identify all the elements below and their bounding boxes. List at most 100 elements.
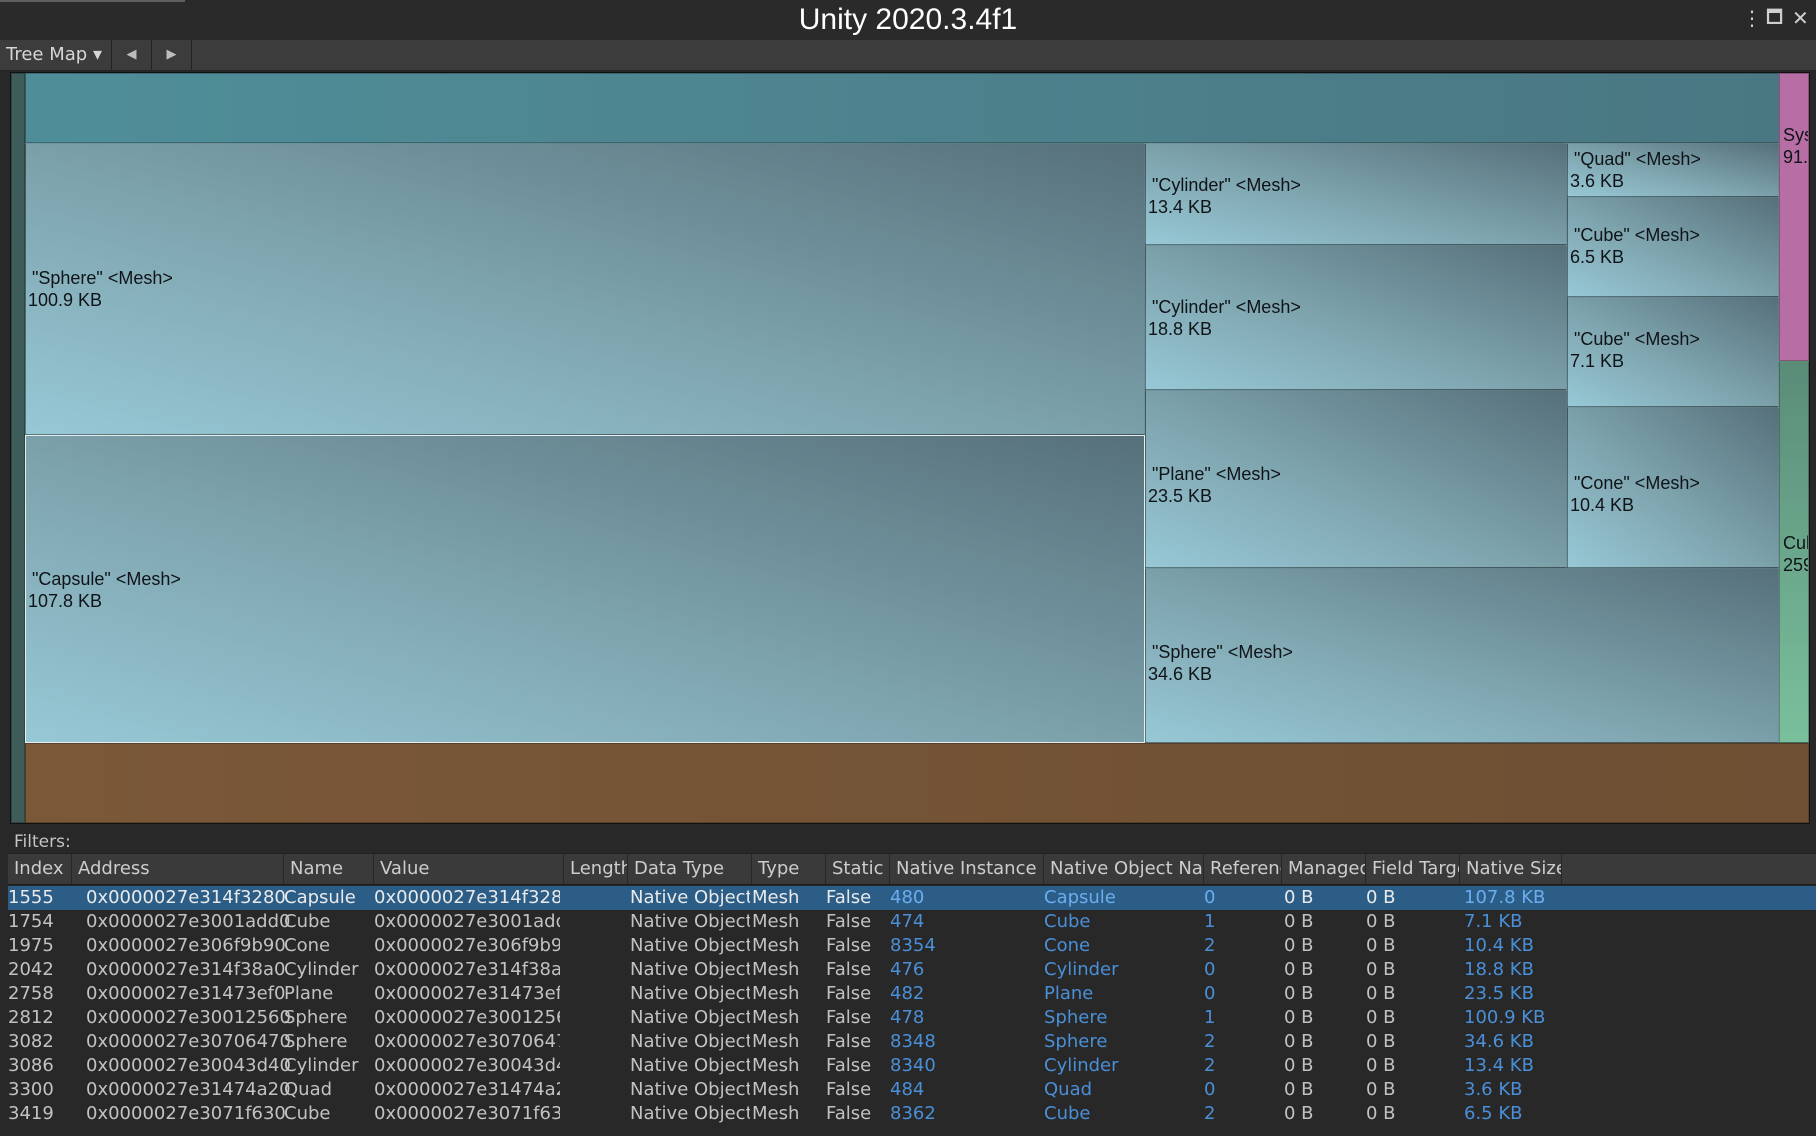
- table-cell: 0x0000027e30012560: [374, 1007, 560, 1028]
- tree-map[interactable]: Sys 91.( Cul 259 "Sphere" <Mesh> 100.9 K…: [10, 72, 1810, 824]
- treemap-cell-sphere-large[interactable]: "Sphere" <Mesh> 100.9 KB: [25, 143, 1145, 435]
- column-header[interactable]: Field Target: [1366, 854, 1460, 884]
- column-header[interactable]: Static: [826, 854, 890, 884]
- table-row[interactable]: 2758 0x0000027e31473ef0 Plane 0x0000027e314…: [8, 982, 1816, 1006]
- table-cell: Cone: [284, 935, 331, 956]
- cell-size: 7.1 KB: [1570, 351, 1625, 371]
- treemap-cell-cone[interactable]: "Cone" <Mesh> 10.4 KB: [1567, 407, 1779, 568]
- table-row[interactable]: 3086 0x0000027e30043d40 Cylinder 0x0000027e…: [8, 1054, 1816, 1078]
- table-cell[interactable]: Quad: [1044, 1078, 1200, 1102]
- table-cell[interactable]: 100.9 KB: [1464, 1006, 1562, 1030]
- table-row[interactable]: 2812 0x0000027e30012560 Sphere 0x0000027e30…: [8, 1006, 1816, 1030]
- column-header[interactable]: Type: [752, 854, 826, 884]
- table-row[interactable]: 1975 0x0000027e306f9b90 Cone 0x0000027e306f…: [8, 934, 1816, 958]
- table-cell[interactable]: 0: [1204, 1078, 1278, 1102]
- table-cell[interactable]: 1: [1204, 1006, 1278, 1030]
- table-cell[interactable]: Cylinder: [1044, 1054, 1200, 1078]
- table-row[interactable]: 1555 0x0000027e314f3280 Capsule 0x0000027e3…: [8, 886, 1816, 910]
- table-row[interactable]: 1754 0x0000027e3001add0 Cube 0x0000027e3001…: [8, 910, 1816, 934]
- table-cell[interactable]: 0: [1204, 982, 1278, 1006]
- table-cell: Mesh: [752, 911, 800, 932]
- treemap-cell-quad[interactable]: "Quad" <Mesh> 3.6 KB: [1567, 143, 1779, 197]
- table-cell[interactable]: Cube: [1044, 910, 1200, 934]
- table-row[interactable]: 2042 0x0000027e314f38a0 Cylinder 0x0000027e…: [8, 958, 1816, 982]
- table-cell[interactable]: 13.4 KB: [1464, 1054, 1562, 1078]
- table-cell[interactable]: 6.5 KB: [1464, 1102, 1562, 1126]
- treemap-cell-cylinder-large[interactable]: "Cylinder" <Mesh> 18.8 KB: [1145, 245, 1567, 390]
- table-cell: 2812: [8, 1007, 54, 1028]
- column-header[interactable]: Native Size: [1460, 854, 1562, 884]
- table-cell[interactable]: 2: [1204, 934, 1278, 958]
- cell-size: 13.4 KB: [1148, 197, 1213, 217]
- more-options-icon[interactable]: ⋮: [1742, 6, 1762, 30]
- column-header[interactable]: Value: [374, 854, 564, 884]
- column-header[interactable]: Managed: [1282, 854, 1366, 884]
- table-cell[interactable]: 0: [1204, 958, 1278, 982]
- column-header[interactable]: Index: [8, 854, 72, 884]
- table-row[interactable]: 3082 0x0000027e30706470 Sphere 0x0000027e30…: [8, 1030, 1816, 1054]
- column-header[interactable]: Address: [72, 854, 284, 884]
- table-cell[interactable]: 8354: [890, 934, 1040, 958]
- filters-label: Filters:: [14, 832, 71, 852]
- table-cell[interactable]: 1: [1204, 910, 1278, 934]
- table-cell[interactable]: Plane: [1044, 982, 1200, 1006]
- view-mode-dropdown[interactable]: Tree Map ▾: [0, 40, 112, 70]
- table-cell[interactable]: Cube: [1044, 1102, 1200, 1126]
- table-cell: [564, 1006, 624, 1030]
- table-cell[interactable]: 0: [1204, 886, 1278, 910]
- table-cell[interactable]: Sphere: [1044, 1006, 1200, 1030]
- table-cell[interactable]: 2: [1204, 1102, 1278, 1126]
- table-cell[interactable]: Cone: [1044, 934, 1200, 958]
- table-cell[interactable]: 482: [890, 982, 1040, 1006]
- treemap-system-band[interactable]: Sys 91.(: [1779, 73, 1809, 361]
- column-header[interactable]: Native Object Name: [1044, 854, 1204, 884]
- table-cell[interactable]: 10.4 KB: [1464, 934, 1562, 958]
- treemap-cell-cylinder-small[interactable]: "Cylinder" <Mesh> 13.4 KB: [1145, 143, 1567, 245]
- cell-name: "Capsule" <Mesh>: [32, 569, 181, 589]
- table-cell[interactable]: 7.1 KB: [1464, 910, 1562, 934]
- table-cell[interactable]: 474: [890, 910, 1040, 934]
- table-cell[interactable]: 2: [1204, 1054, 1278, 1078]
- treemap-cell-capsule[interactable]: "Capsule" <Mesh> 107.8 KB: [25, 435, 1145, 743]
- table-header: Index Address Name Value Length Data Type Type…: [8, 853, 1816, 885]
- forward-button[interactable]: ▶: [152, 40, 192, 70]
- treemap-cube-band[interactable]: Cul 259: [1779, 361, 1809, 743]
- table-row[interactable]: 3300 0x0000027e31474a20 Quad 0x0000027e3147…: [8, 1078, 1816, 1102]
- treemap-cell-sphere-small[interactable]: "Sphere" <Mesh> 34.6 KB: [1145, 568, 1779, 743]
- column-header[interactable]: Referenc: [1204, 854, 1282, 884]
- table-cell[interactable]: 476: [890, 958, 1040, 982]
- table-cell: 3086: [8, 1055, 54, 1076]
- table-cell[interactable]: 2: [1204, 1030, 1278, 1054]
- column-header[interactable]: Length: [564, 854, 628, 884]
- treemap-cell-plane[interactable]: "Plane" <Mesh> 23.5 KB: [1145, 390, 1567, 568]
- maximize-icon[interactable]: 🗖: [1766, 5, 1783, 35]
- table-cell: 0x0000027e30706470: [374, 1031, 560, 1052]
- table-cell[interactable]: 34.6 KB: [1464, 1030, 1562, 1054]
- table-cell[interactable]: 8340: [890, 1054, 1040, 1078]
- table-cell[interactable]: 23.5 KB: [1464, 982, 1562, 1006]
- treemap-cell-cube-large[interactable]: "Cube" <Mesh> 7.1 KB: [1567, 297, 1779, 407]
- column-header[interactable]: Name: [284, 854, 374, 884]
- table-cell[interactable]: Sphere: [1044, 1030, 1200, 1054]
- treemap-cell-cube-small[interactable]: "Cube" <Mesh> 6.5 KB: [1567, 197, 1779, 297]
- table-cell[interactable]: 484: [890, 1078, 1040, 1102]
- table-cell[interactable]: 107.8 KB: [1464, 886, 1562, 910]
- table-cell: 0 B: [1284, 983, 1314, 1004]
- table-cell[interactable]: 478: [890, 1006, 1040, 1030]
- close-icon[interactable]: ✕: [1792, 6, 1809, 30]
- treemap-bottom-band[interactable]: [25, 743, 1809, 823]
- table-cell: 0 B: [1284, 1079, 1314, 1100]
- table-cell: Cylinder: [284, 1055, 359, 1076]
- table-cell[interactable]: Cylinder: [1044, 958, 1200, 982]
- table-cell[interactable]: 8362: [890, 1102, 1040, 1126]
- back-button[interactable]: ◀: [112, 40, 152, 70]
- table-cell[interactable]: 3.6 KB: [1464, 1078, 1562, 1102]
- treemap-top-band[interactable]: [25, 73, 1791, 143]
- table-cell[interactable]: Capsule: [1044, 886, 1200, 910]
- table-cell[interactable]: 8348: [890, 1030, 1040, 1054]
- table-cell[interactable]: 18.8 KB: [1464, 958, 1562, 982]
- table-cell[interactable]: 480: [890, 886, 1040, 910]
- column-header[interactable]: Native Instance ID: [890, 854, 1044, 884]
- table-row[interactable]: 3419 0x0000027e3071f630 Cube 0x0000027e3071…: [8, 1102, 1816, 1126]
- column-header[interactable]: Data Type: [628, 854, 752, 884]
